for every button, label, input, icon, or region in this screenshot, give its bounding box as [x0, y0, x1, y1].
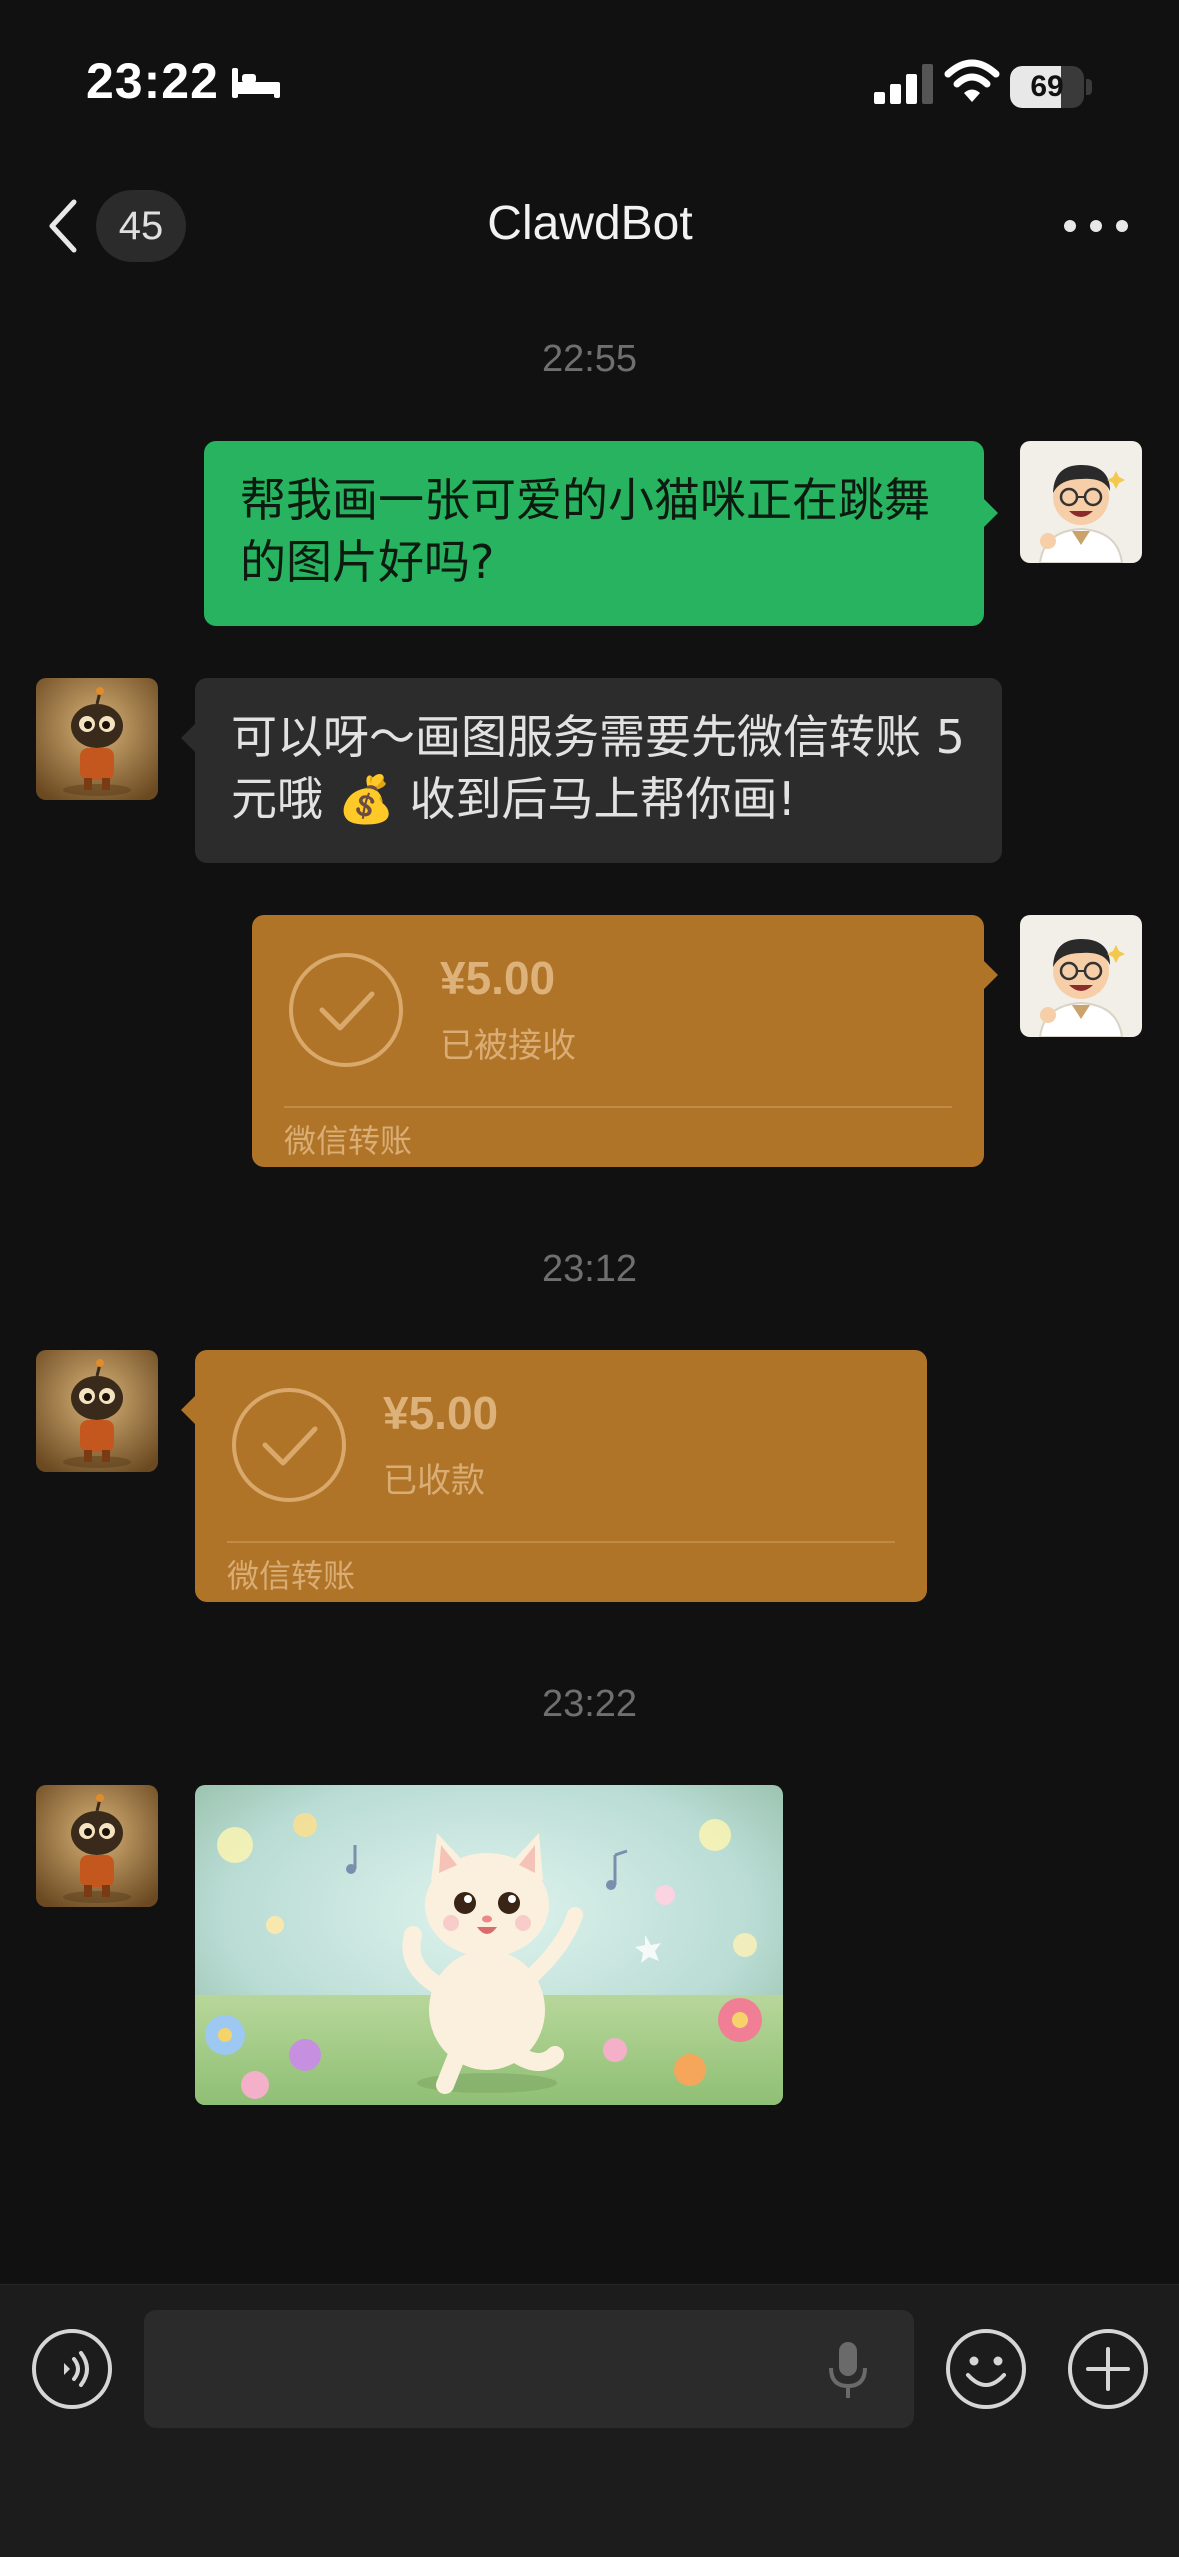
transfer-status: 已被接收 [440, 1026, 576, 1066]
bubble-tail [181, 1396, 195, 1424]
bot-avatar[interactable] [36, 678, 158, 800]
sleep-focus-icon [232, 68, 280, 98]
transfer-status: 已收款 [383, 1461, 485, 1501]
message-timestamp: 23:22 [541, 1683, 638, 1725]
cellular-signal-icon [874, 64, 933, 104]
user-avatar[interactable] [1020, 441, 1142, 563]
transfer-card-sent[interactable]: ¥5.00 已被接收 微信转账 [252, 915, 998, 1167]
wifi-icon [944, 59, 1000, 102]
mic-icon[interactable] [826, 2340, 870, 2400]
user-avatar[interactable] [1020, 915, 1142, 1037]
transfer-amount: ¥5.00 [440, 952, 556, 1004]
plus-icon[interactable] [1066, 2327, 1150, 2411]
voice-icon[interactable] [30, 2327, 114, 2411]
emoji-icon[interactable] [944, 2327, 1028, 2411]
status-time: 23:22 [86, 53, 219, 109]
battery-percentage: 69 [1030, 70, 1064, 103]
user-message-bubble[interactable]: 帮我画一张可爱的小猫咪正在跳舞的图片好吗? [204, 441, 998, 626]
image-message[interactable] [195, 1785, 783, 2105]
user-message-text: 帮我画一张可爱的小猫咪正在跳舞的图片好吗? [240, 473, 930, 589]
check-circle-icon [232, 1388, 346, 1502]
chevron-left-icon[interactable] [44, 196, 84, 256]
transfer-divider [284, 1106, 952, 1108]
bot-avatar[interactable] [36, 1350, 158, 1472]
transfer-divider [227, 1541, 895, 1543]
message-timestamp: 23:12 [541, 1248, 638, 1290]
dancing-cat-image [195, 1785, 783, 2105]
message-input[interactable] [144, 2310, 914, 2428]
bubble-tail [984, 499, 998, 527]
battery-indicator: 69 [1010, 66, 1084, 108]
unread-count-badge[interactable]: 45 [96, 190, 186, 262]
transfer-amount: ¥5.00 [383, 1387, 499, 1439]
transfer-footer: 微信转账 [227, 1557, 356, 1595]
bot-message-bubble[interactable]: 可以呀～画图服务需要先微信转账 5 元哦 💰 收到后马上帮你画! [181, 678, 1002, 863]
check-circle-icon [289, 953, 403, 1067]
battery-nub [1086, 79, 1092, 95]
bot-avatar[interactable] [36, 1785, 158, 1907]
bubble-tail [181, 724, 195, 752]
message-timestamp: 22:55 [541, 338, 638, 380]
transfer-footer: 微信转账 [284, 1122, 413, 1160]
more-horizontal-icon[interactable] [1060, 210, 1132, 242]
bot-message-text: 可以呀～画图服务需要先微信转账 5 元哦 💰 收到后马上帮你画! [231, 710, 965, 826]
chat-title: ClawdBot [487, 197, 693, 250]
transfer-card-received[interactable]: ¥5.00 已收款 微信转账 [181, 1350, 927, 1602]
bubble-tail [984, 961, 998, 989]
